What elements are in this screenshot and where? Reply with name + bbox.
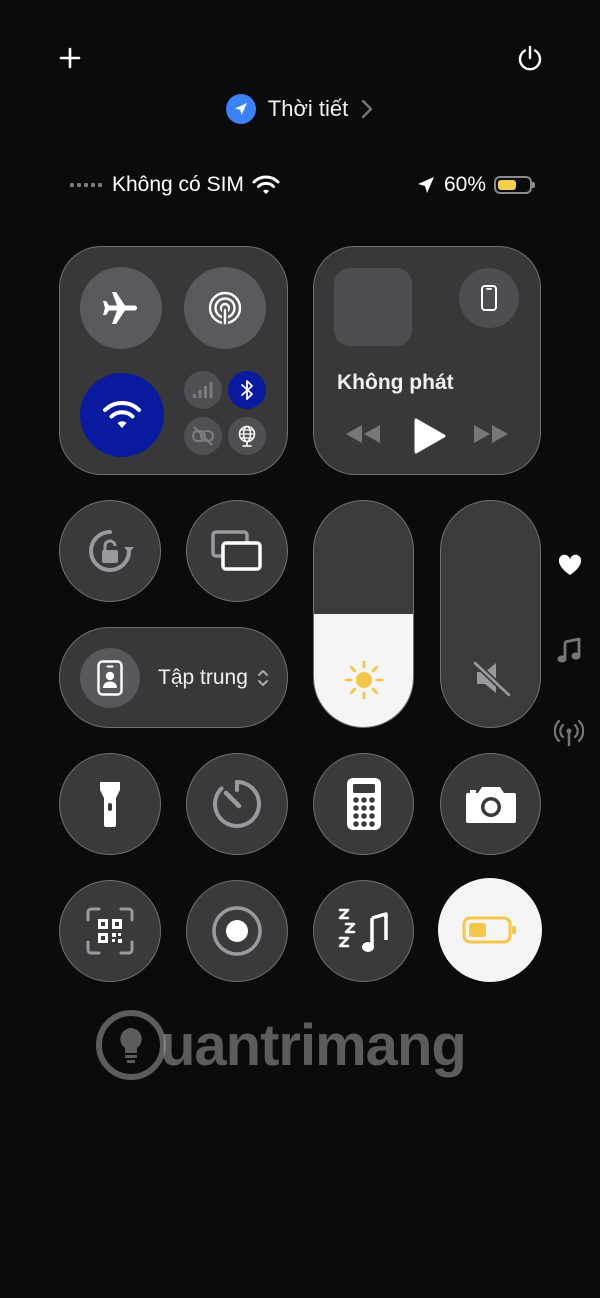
favorites-page-indicator[interactable]: [550, 545, 590, 585]
airdrop-toggle[interactable]: [184, 267, 266, 349]
status-left: Không có SIM: [70, 170, 280, 200]
sleep-music-icon: [338, 908, 388, 952]
watermark-text: uantrimang: [160, 1012, 467, 1078]
bluetooth-icon: [241, 380, 253, 400]
screen-mirroring-icon: [211, 530, 262, 571]
screen-record-button[interactable]: [186, 880, 288, 982]
play-icon: [414, 418, 446, 454]
chevron-up-down-icon: [257, 669, 268, 686]
lightbulb-logo-icon: [96, 1010, 166, 1080]
cellular-bars-icon: [193, 382, 213, 398]
heart-icon: [558, 554, 582, 575]
wifi-toggle[interactable]: [80, 373, 164, 457]
globe-network-toggle[interactable]: [228, 417, 266, 455]
carrier-label: Không có SIM: [112, 173, 244, 196]
weather-label: Thời tiết: [267, 96, 349, 121]
airplane-mode-toggle[interactable]: [80, 267, 162, 349]
media-panel: Không phát: [313, 246, 541, 475]
signal-dots-icon: [70, 183, 102, 187]
timer-button[interactable]: [186, 753, 288, 855]
link-chain-icon: [192, 426, 214, 446]
focus-mode-button[interactable]: Tập trung: [59, 627, 288, 728]
weather-shortcut[interactable]: Thời tiết: [0, 88, 600, 130]
airplay-device-button[interactable]: [459, 268, 519, 328]
battery-low-power-icon: [462, 916, 516, 944]
bluetooth-toggle[interactable]: [228, 371, 266, 409]
antenna-signal-icon: [554, 719, 584, 747]
watermark: uantrimang: [96, 1010, 467, 1080]
media-title: Không phát: [337, 371, 454, 394]
rewind-icon: [346, 425, 380, 443]
power-icon: [518, 45, 542, 71]
album-artwork: [334, 268, 412, 346]
connectivity-page-indicator[interactable]: [549, 713, 589, 753]
connectivity-panel: [59, 246, 288, 475]
flashlight-icon: [100, 782, 120, 827]
music-page-indicator[interactable]: [549, 630, 589, 670]
calculator-button[interactable]: [313, 753, 414, 855]
previous-track-button[interactable]: [344, 423, 382, 445]
timer-icon: [213, 780, 262, 828]
camera-icon: [465, 787, 516, 823]
focus-person-icon-wrap: [80, 647, 140, 708]
globe-icon: [238, 425, 256, 447]
chevron-right-icon: [362, 99, 373, 119]
camera-button[interactable]: [440, 753, 541, 855]
focus-label: Tập trung: [158, 665, 248, 689]
power-button[interactable]: [508, 36, 552, 80]
plus-icon: [59, 47, 81, 69]
low-power-mode-toggle[interactable]: [438, 878, 542, 982]
location-arrow-icon: [225, 94, 256, 124]
speaker-muted-icon: [471, 657, 513, 699]
battery-icon: [494, 176, 535, 194]
wifi-icon: [103, 400, 141, 428]
volume-slider[interactable]: [440, 500, 541, 728]
phone-icon: [481, 285, 497, 311]
music-note-icon: [557, 637, 581, 663]
qr-scanner-button[interactable]: [59, 880, 161, 982]
play-button[interactable]: [412, 417, 446, 455]
cellular-toggle[interactable]: [184, 371, 222, 409]
sleep-sounds-button[interactable]: [313, 880, 414, 982]
location-status-icon: [417, 177, 434, 193]
hotspot-toggle[interactable]: [184, 417, 222, 455]
sun-icon: [343, 659, 385, 701]
id-badge-icon: [97, 659, 123, 696]
add-control-button[interactable]: [48, 36, 92, 80]
calculator-icon: [346, 778, 381, 830]
wifi-status-icon: [252, 175, 280, 194]
battery-percent: 60%: [443, 173, 486, 196]
brightness-slider[interactable]: [313, 500, 414, 728]
fast-forward-icon: [474, 425, 508, 443]
status-right: 60%: [416, 170, 535, 200]
flashlight-button[interactable]: [59, 753, 161, 855]
rotation-lock-icon: [89, 530, 134, 572]
rotation-lock-toggle[interactable]: [59, 500, 161, 602]
next-track-button[interactable]: [472, 423, 510, 445]
qr-code-icon: [86, 907, 134, 955]
airplane-icon: [103, 292, 137, 324]
record-icon: [212, 906, 262, 956]
airdrop-icon: [208, 291, 242, 325]
screen-mirroring-button[interactable]: [186, 500, 288, 602]
